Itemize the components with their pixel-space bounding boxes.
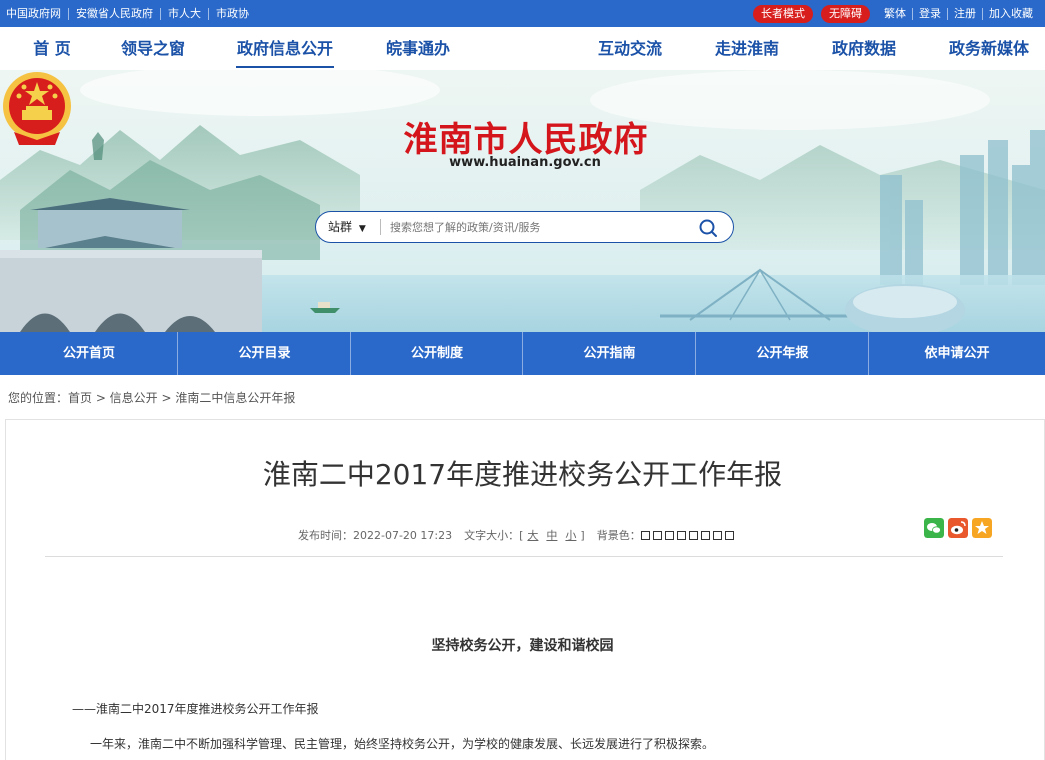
subnav-annual-report[interactable]: 公开年报	[696, 332, 869, 375]
search-divider	[380, 219, 381, 235]
search-bar: 站群 ▼	[315, 211, 734, 243]
nav-leaders[interactable]: 领导之窗	[113, 27, 193, 70]
site-name: 淮南市人民政府	[403, 120, 649, 160]
search-input[interactable]	[390, 217, 680, 237]
article-meta: 发布时间： 2022-07-20 17:23 文字大小：[ 大 中 小 ] 背景…	[298, 527, 737, 543]
article-title: 淮南二中2017年度推进校务公开工作年报	[262, 458, 783, 491]
bg-color-swatch[interactable]	[724, 530, 734, 540]
add-favorite-link[interactable]: 加入收藏	[982, 7, 1039, 20]
meta-divider	[45, 556, 1003, 557]
traditional-chinese-link[interactable]: 繁体	[878, 7, 912, 20]
nav-data[interactable]: 政府数据	[824, 27, 904, 70]
subnav-apply-open[interactable]: 依申请公开	[869, 332, 1045, 375]
wechat-share-icon[interactable]	[924, 518, 944, 538]
nav-home[interactable]: 首 页	[22, 27, 82, 70]
elder-mode-button[interactable]: 长者模式	[753, 4, 813, 23]
register-link[interactable]: 注册	[947, 7, 982, 20]
subnav-open-system[interactable]: 公开制度	[351, 332, 523, 375]
nav-interaction[interactable]: 互动交流	[590, 27, 670, 70]
search-icon[interactable]	[698, 218, 718, 238]
bg-color-swatch[interactable]	[712, 530, 722, 540]
article-paragraph: ——淮南二中2017年度推进校务公开工作年报	[72, 702, 319, 716]
bg-color-swatch[interactable]	[700, 530, 710, 540]
font-size-close: ]	[580, 528, 585, 542]
link-city-congress[interactable]: 市人大	[160, 7, 208, 20]
top-bar-tools: 长者模式 无障碍 繁体 登录 注册 加入收藏	[753, 0, 1039, 27]
header-banner: 淮南市人民政府 www.huainan.gov.cn 站群 ▼	[0, 70, 1045, 332]
bg-color-label: 背景色：	[596, 529, 641, 542]
subnav-open-catalog[interactable]: 公开目录	[178, 332, 351, 375]
breadcrumb[interactable]: 您的位置：首页 > 信息公开 > 淮南二中信息公开年报	[8, 389, 295, 406]
bg-color-swatch[interactable]	[676, 530, 686, 540]
favorite-star-icon[interactable]	[972, 518, 992, 538]
weibo-share-icon[interactable]	[948, 518, 968, 538]
publish-time-label: 发布时间：	[298, 529, 353, 542]
top-bar: 中国政府网 安徽省人民政府 市人大 市政协 长者模式 无障碍 繁体 登录 注册 …	[0, 0, 1045, 27]
nav-info-open[interactable]: 政府信息公开	[236, 27, 334, 68]
nav-new-media[interactable]: 政务新媒体	[940, 27, 1038, 70]
link-gov-cn[interactable]: 中国政府网	[6, 7, 68, 20]
bg-color-swatch[interactable]	[652, 530, 662, 540]
login-link[interactable]: 登录	[912, 7, 947, 20]
national-emblem-icon	[3, 72, 71, 145]
chevron-down-icon: ▼	[358, 224, 366, 234]
nav-services[interactable]: 皖事通办	[378, 27, 458, 70]
article-subtitle: 坚持校务公开，建设和谐校园	[431, 638, 614, 654]
nav-about[interactable]: 走进淮南	[707, 27, 787, 70]
font-size-small[interactable]: 小	[565, 527, 576, 543]
search-scope-select[interactable]: 站群 ▼	[328, 212, 366, 242]
bg-color-swatch[interactable]	[640, 530, 650, 540]
accessibility-button[interactable]: 无障碍	[821, 4, 870, 23]
link-anhui-gov[interactable]: 安徽省人民政府	[68, 7, 160, 20]
bg-color-swatch[interactable]	[688, 530, 698, 540]
article-paragraph: 一年来，淮南二中不断加强科学管理、民主管理，始终坚持校务公开，为学校的健康发展、…	[90, 737, 715, 751]
publish-time: 2022-07-20 17:23	[353, 528, 453, 542]
info-open-subnav: 公开首页 公开目录 公开制度 公开指南 公开年报 依申请公开	[0, 332, 1045, 375]
site-url: www.huainan.gov.cn	[449, 155, 601, 170]
banner-landscape-illustration	[0, 70, 1045, 332]
subnav-open-guide[interactable]: 公开指南	[523, 332, 696, 375]
bg-color-swatch[interactable]	[664, 530, 674, 540]
external-links: 中国政府网 安徽省人民政府 市人大 市政协	[6, 0, 256, 27]
font-size-medium[interactable]: 中	[546, 527, 557, 543]
main-nav: 首 页 领导之窗 政府信息公开 皖事通办 互动交流 走进淮南 政府数据 政务新媒…	[0, 27, 1045, 70]
font-size-large[interactable]: 大	[527, 527, 538, 543]
subnav-open-home[interactable]: 公开首页	[0, 332, 178, 375]
link-city-cppcc[interactable]: 市政协	[208, 7, 256, 20]
font-size-label: 文字大小：[	[464, 529, 524, 542]
search-scope-label: 站群	[328, 220, 353, 234]
